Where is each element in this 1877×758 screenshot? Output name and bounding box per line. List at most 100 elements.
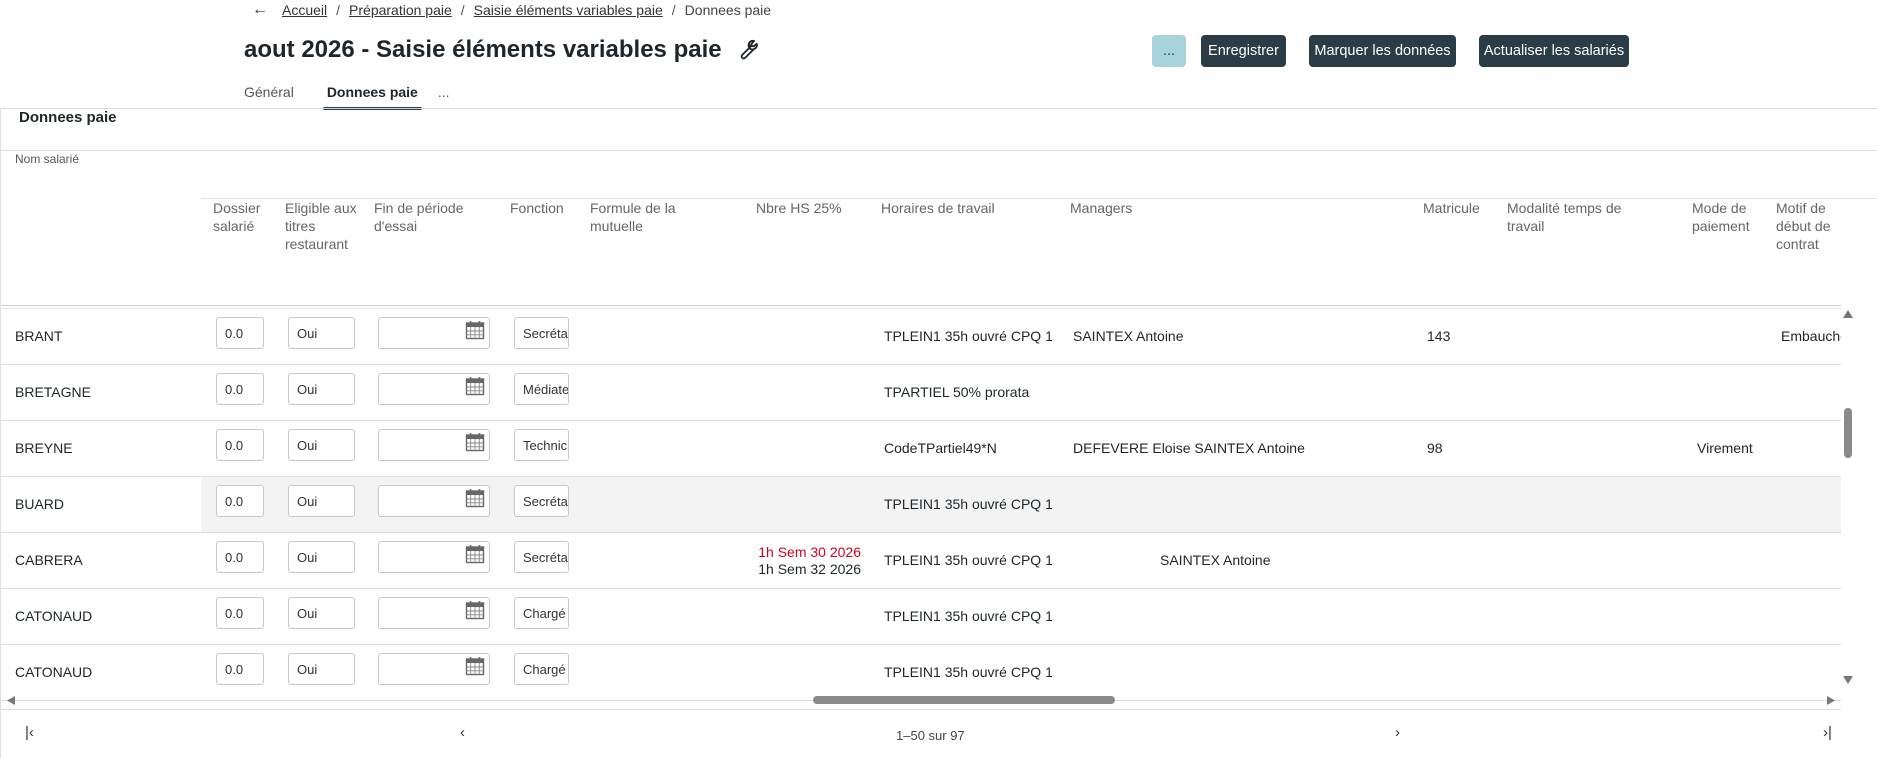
calendar-icon[interactable]	[465, 488, 485, 508]
fonction-field[interactable]: Secrétaire	[514, 485, 569, 517]
breadcrumb-link-accueil[interactable]: Accueil	[282, 2, 327, 18]
dossier-field[interactable]: 0.0	[216, 429, 264, 461]
dossier-field[interactable]: 0.0	[216, 653, 264, 685]
calendar-icon[interactable]	[465, 600, 485, 620]
tab-general[interactable]: Général	[244, 84, 294, 108]
table-row[interactable]: CATONAUD 0.0 Oui Chargé TPLEIN1 35h ouvré CP…	[1, 589, 1841, 645]
previous-page-icon[interactable]: ‹	[460, 724, 465, 741]
trial-end-date-field[interactable]	[378, 541, 490, 573]
refresh-employees-button[interactable]: Actualiser les salariés	[1479, 35, 1629, 67]
mark-data-button[interactable]: Marquer les données	[1309, 35, 1456, 67]
divider	[1, 150, 1877, 151]
employee-name: BRETAGNE	[15, 384, 91, 400]
fonction-field[interactable]: Chargé	[514, 653, 569, 685]
scroll-up-arrow-icon[interactable]	[1843, 310, 1853, 318]
table-row[interactable]: BRETAGNE 0.0 Oui Médiateur TPARTIEL 50% pror…	[1, 365, 1841, 421]
calendar-icon[interactable]	[465, 656, 485, 676]
table-row[interactable]: BUARD 0.0 Oui Secrétaire TPLEIN1 35h ouvré C…	[1, 477, 1841, 533]
trial-end-date-field[interactable]	[378, 317, 490, 349]
hs25-cell: 1h Sem 30 2026 1h Sem 32 2026	[751, 544, 861, 578]
vertical-scrollbar[interactable]	[1841, 308, 1855, 703]
column-header-fonction[interactable]: Fonction	[510, 199, 580, 217]
breadcrumb-link-preparation-paie[interactable]: Préparation paie	[349, 2, 452, 18]
fonction-field[interactable]: Secrétaire	[514, 541, 569, 573]
panel-title: Donnees paie	[19, 109, 117, 126]
horizontal-scroll-thumb[interactable]	[813, 696, 1115, 704]
eligible-field[interactable]: Oui	[288, 541, 355, 573]
column-header-horaires[interactable]: Horaires de travail	[881, 199, 1031, 217]
column-header-eligible[interactable]: Eligible aux titres restaurant	[285, 199, 365, 253]
save-button[interactable]: Enregistrer	[1201, 35, 1286, 67]
column-header-motif[interactable]: Motif de début de contrat	[1776, 199, 1838, 253]
more-options-button[interactable]: ...	[1152, 35, 1186, 67]
column-header-dossier[interactable]: Dossier salarié	[213, 199, 268, 235]
calendar-icon[interactable]	[465, 432, 485, 452]
horizontal-scrollbar[interactable]	[1, 693, 1841, 707]
horaires-cell: TPLEIN1 35h ouvré CPQ 1	[884, 664, 1053, 680]
trial-end-date-field[interactable]	[378, 597, 490, 629]
trial-end-date-field[interactable]	[378, 429, 490, 461]
breadcrumb-link-saisie[interactable]: Saisie éléments variables paie	[474, 2, 663, 18]
wrench-icon[interactable]	[734, 38, 758, 62]
trial-end-date-field[interactable]	[378, 485, 490, 517]
trial-end-date-field[interactable]	[378, 373, 490, 405]
horaires-cell: TPLEIN1 35h ouvré CPQ 1	[884, 496, 1053, 512]
matricule-cell: 143	[1427, 328, 1451, 344]
pagination: |‹ ‹ 1–50 sur 97 › ›|	[1, 709, 1841, 758]
eligible-field[interactable]: Oui	[288, 429, 355, 461]
column-header-managers[interactable]: Managers	[1070, 199, 1170, 217]
table-row[interactable]: BRANT 0.0 Oui Secrétaire TPLEIN1 35h ouvré C…	[1, 309, 1841, 365]
column-header-mutuelle[interactable]: Formule de la mutuelle	[590, 199, 685, 235]
dossier-field[interactable]: 0.0	[216, 373, 264, 405]
last-page-icon[interactable]: ›|	[1823, 724, 1832, 741]
column-header-nom-salarie: Nom salarié	[15, 152, 80, 166]
breadcrumb: ← Accueil / Préparation paie / Saisie él…	[252, 1, 771, 19]
vertical-scroll-thumb[interactable]	[1844, 408, 1852, 458]
eligible-field[interactable]: Oui	[288, 317, 355, 349]
calendar-icon[interactable]	[465, 376, 485, 396]
horaires-cell: TPLEIN1 35h ouvré CPQ 1	[884, 552, 1053, 568]
tab-bar: Général Donnees paie ...	[244, 84, 450, 110]
employee-name: CABRERA	[15, 552, 83, 568]
tab-more[interactable]: ...	[438, 84, 450, 108]
column-header-matricule[interactable]: Matricule	[1423, 199, 1498, 217]
eligible-field[interactable]: Oui	[288, 485, 355, 517]
breadcrumb-separator: /	[336, 2, 341, 18]
calendar-icon[interactable]	[465, 544, 485, 564]
breadcrumb-separator: /	[460, 2, 465, 18]
trial-end-date-field[interactable]	[378, 653, 490, 685]
breadcrumb-current: Donnees paie	[684, 2, 772, 18]
column-header-fin-essai[interactable]: Fin de période d'essai	[374, 199, 479, 235]
employee-name: BUARD	[15, 496, 65, 512]
scroll-left-arrow-icon[interactable]	[7, 696, 15, 705]
dossier-field[interactable]: 0.0	[216, 317, 264, 349]
breadcrumb-separator: /	[671, 2, 676, 18]
fonction-field[interactable]: Technicien	[514, 429, 569, 461]
calendar-icon[interactable]	[465, 320, 485, 340]
employee-name: BRANT	[15, 328, 63, 344]
fonction-field[interactable]: Médiateur	[514, 373, 569, 405]
fonction-field[interactable]: Chargé	[514, 597, 569, 629]
scroll-right-arrow-icon[interactable]	[1827, 696, 1835, 705]
column-header-hs25[interactable]: Nbre HS 25%	[756, 199, 856, 217]
page-title: aout 2026 - Saisie éléments variables pa…	[244, 36, 722, 63]
column-header-modalite[interactable]: Modalité temps de travail	[1507, 199, 1647, 235]
table-row[interactable]: CABRERA 0.0 Oui Secrétaire 1h Sem 30 20261h …	[1, 533, 1841, 589]
dossier-field[interactable]: 0.0	[216, 541, 264, 573]
eligible-field[interactable]: Oui	[288, 653, 355, 685]
divider	[1, 305, 1841, 306]
employee-name: CATONAUD	[15, 664, 93, 680]
tab-donnees-paie[interactable]: Donnees paie	[322, 84, 422, 110]
table-row[interactable]: BREYNE 0.0 Oui Technicien CodeTPartiel49*N DE…	[1, 421, 1841, 477]
next-page-icon[interactable]: ›	[1395, 724, 1400, 741]
motif-cell: Embauche	[1781, 328, 1841, 344]
first-page-icon[interactable]: |‹	[25, 724, 34, 741]
scroll-down-arrow-icon[interactable]	[1843, 676, 1853, 684]
dossier-field[interactable]: 0.0	[216, 597, 264, 629]
eligible-field[interactable]: Oui	[288, 373, 355, 405]
column-header-paiement[interactable]: Mode de paiement	[1692, 199, 1762, 235]
eligible-field[interactable]: Oui	[288, 597, 355, 629]
fonction-field[interactable]: Secrétaire	[514, 317, 569, 349]
back-arrow-icon[interactable]: ←	[252, 1, 270, 19]
dossier-field[interactable]: 0.0	[216, 485, 264, 517]
